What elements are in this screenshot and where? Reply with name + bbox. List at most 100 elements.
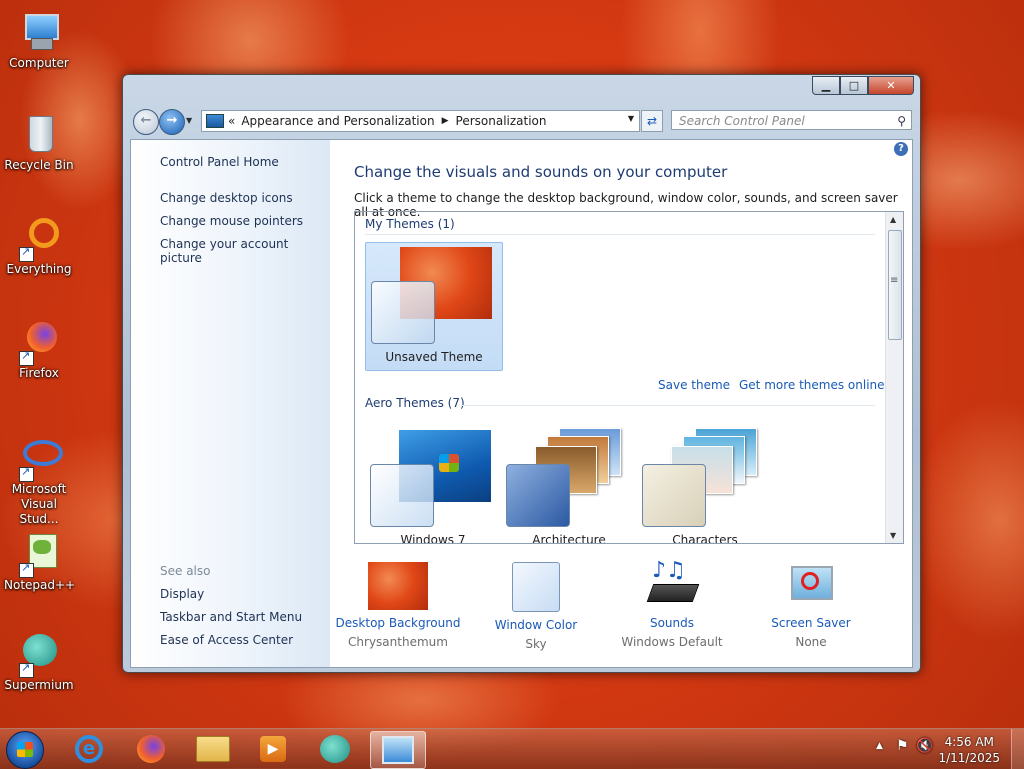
refresh-button[interactable]: ⇄: [641, 110, 663, 132]
change-account-picture-link[interactable]: Change your account picture: [160, 237, 330, 265]
everything-icon: [17, 216, 61, 262]
taskbar-firefox[interactable]: [124, 731, 178, 767]
clock-time: 4:56 AM: [944, 735, 994, 749]
recycle-bin-icon: [17, 112, 61, 156]
window-color-setting[interactable]: Window Color Sky: [466, 562, 606, 651]
supermium-icon: [320, 735, 350, 763]
left-task-pane: Control Panel Home Change desktop icons …: [131, 140, 330, 667]
scroll-thumb[interactable]: [888, 230, 902, 340]
desktop-icon-visual-studio[interactable]: Microsoft Visual Stud...: [4, 436, 74, 527]
theme-architecture[interactable]: Architecture: [501, 426, 637, 543]
theme-list-scrollbar[interactable]: ▲ ▼: [885, 212, 903, 543]
recent-pages-dropdown[interactable]: ▼: [186, 116, 192, 125]
taskbar-file-explorer[interactable]: [186, 731, 240, 767]
shortcut-arrow-icon: [19, 561, 34, 578]
system-tray: ▲ ⚑ 🔇 4:56 AM 1/11/2025: [864, 729, 1024, 769]
theme-list: My Themes (1) Unsaved Theme Save theme G…: [354, 211, 904, 544]
desktop-icon-notepadpp[interactable]: Notepad++: [4, 532, 76, 592]
display-link[interactable]: Display: [160, 587, 204, 601]
navigation-bar: ← → ▼ « Appearance and Personalization ▶…: [131, 108, 912, 135]
group-divider: [365, 234, 875, 235]
back-button[interactable]: ←: [133, 109, 159, 135]
forward-button[interactable]: →: [159, 109, 185, 135]
show-desktop-button[interactable]: [1011, 729, 1024, 769]
sounds-setting[interactable]: ♪♫ Sounds Windows Default: [602, 558, 742, 649]
control-panel-home-link[interactable]: Control Panel Home: [160, 155, 279, 169]
search-input[interactable]: Search Control Panel ⚲: [671, 110, 912, 130]
taskbar-control-panel[interactable]: [370, 731, 426, 769]
forward-arrow-icon: →: [166, 113, 178, 128]
breadcrumb-appearance[interactable]: Appearance and Personalization: [241, 114, 434, 128]
change-mouse-pointers-link[interactable]: Change mouse pointers: [160, 214, 303, 228]
notepadpp-icon: [17, 532, 61, 578]
screen-saver-link[interactable]: Screen Saver: [741, 616, 881, 630]
desktop-background-link[interactable]: Desktop Background: [328, 616, 468, 630]
theme-windows-7[interactable]: Windows 7: [365, 426, 501, 543]
save-theme-link[interactable]: Save theme: [658, 378, 730, 392]
address-dropdown-icon[interactable]: ▼: [628, 114, 634, 123]
help-icon[interactable]: ?: [894, 142, 908, 156]
sounds-icon: ♪♫: [642, 558, 702, 610]
main-pane: ? Change the visuals and sounds on your …: [330, 140, 912, 667]
sounds-link[interactable]: Sounds: [602, 616, 742, 630]
ease-of-access-link[interactable]: Ease of Access Center: [160, 633, 293, 647]
address-bar[interactable]: « Appearance and Personalization ▶ Perso…: [201, 110, 640, 132]
desktop-background-value: Chrysanthemum: [348, 635, 448, 649]
desktop-icon-label: Notepad++: [4, 578, 76, 592]
desktop-icon-label: Recycle Bin: [4, 158, 74, 172]
taskbar-media-player[interactable]: ▶: [246, 731, 300, 767]
screen-saver-setting[interactable]: Screen Saver None: [741, 562, 881, 649]
breadcrumb-separator-icon[interactable]: ▶: [442, 116, 449, 126]
clock[interactable]: 4:56 AM 1/11/2025: [938, 734, 1000, 766]
screen-saver-value: None: [795, 635, 827, 649]
minimize-button[interactable]: ▁: [812, 76, 840, 95]
desktop-icon-supermium[interactable]: Supermium: [4, 632, 74, 692]
see-also-heading: See also: [160, 564, 211, 578]
start-button[interactable]: [6, 731, 44, 769]
search-icon[interactable]: ⚲: [897, 111, 906, 131]
media-player-icon: ▶: [260, 736, 286, 762]
close-button[interactable]: ✕: [868, 76, 914, 95]
group-divider: [461, 405, 875, 406]
window-color-link[interactable]: Window Color: [466, 618, 606, 632]
desktop-icon-firefox[interactable]: Firefox: [4, 320, 74, 380]
firefox-icon: [137, 735, 165, 763]
personalization-window: ▁ □ ✕ ← → ▼ « Appearance and Personaliza…: [122, 74, 921, 673]
theme-name: Unsaved Theme: [385, 350, 483, 364]
scroll-up-icon[interactable]: ▲: [890, 215, 896, 224]
window-client-area: Control Panel Home Change desktop icons …: [130, 139, 913, 668]
theme-name: Characters: [672, 533, 738, 544]
desktop-icon-recycle-bin[interactable]: Recycle Bin: [4, 112, 74, 172]
page-title: Change the visuals and sounds on your co…: [354, 163, 728, 181]
shortcut-arrow-icon: [19, 465, 34, 482]
desktop-icon-label: Everything: [6, 262, 72, 276]
desktop-background-setting[interactable]: Desktop Background Chrysanthemum: [328, 562, 468, 649]
window-color-value: Sky: [525, 637, 547, 651]
theme-unsaved[interactable]: Unsaved Theme: [365, 242, 503, 371]
breadcrumb-personalization[interactable]: Personalization: [456, 114, 547, 128]
desktop-icon-label: Supermium: [4, 678, 74, 692]
taskbar-start-menu-link[interactable]: Taskbar and Start Menu: [160, 610, 302, 624]
taskbar-supermium[interactable]: [308, 731, 362, 767]
taskbar-internet-explorer[interactable]: e: [62, 731, 116, 767]
change-desktop-icons-link[interactable]: Change desktop icons: [160, 191, 293, 205]
desktop-icon-computer[interactable]: Computer: [4, 10, 74, 70]
desktop-icon-label: Firefox: [19, 366, 59, 380]
get-more-themes-link[interactable]: Get more themes online: [739, 378, 885, 392]
scroll-down-icon[interactable]: ▼: [890, 531, 896, 540]
breadcrumb-overflow[interactable]: «: [228, 114, 235, 128]
action-center-icon[interactable]: ⚑: [896, 738, 909, 754]
search-placeholder: Search Control Panel: [679, 114, 805, 128]
shortcut-arrow-icon: [19, 245, 34, 262]
folder-icon: [196, 736, 230, 762]
maximize-button[interactable]: □: [840, 76, 868, 95]
show-hidden-icons-icon[interactable]: ▲: [876, 741, 883, 751]
theme-color-swatch: [371, 281, 435, 344]
control-panel-icon: [382, 736, 414, 764]
volume-muted-icon[interactable]: 🔇: [916, 738, 933, 754]
theme-color-swatch: [506, 464, 570, 527]
aero-themes-heading: Aero Themes (7): [365, 396, 465, 410]
desktop-icon-everything[interactable]: Everything: [4, 216, 74, 276]
theme-characters[interactable]: Characters: [637, 426, 773, 544]
shortcut-arrow-icon: [19, 661, 34, 678]
